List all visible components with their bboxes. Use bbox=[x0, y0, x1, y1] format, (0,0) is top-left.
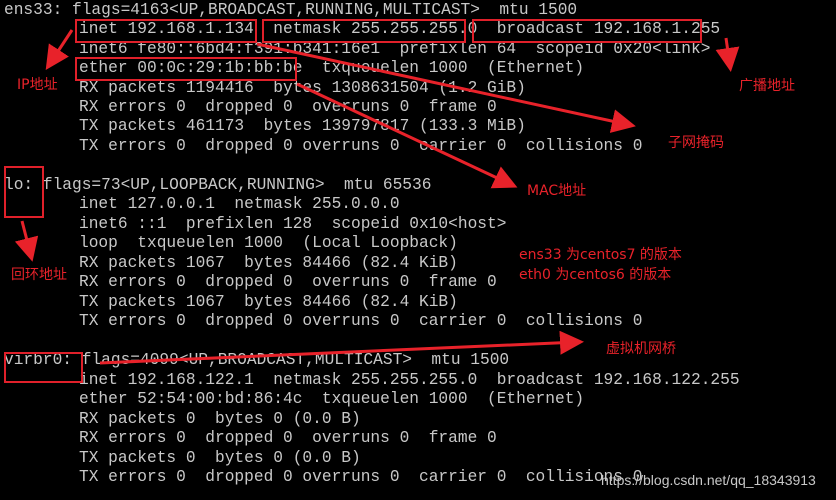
ip-address-label: IP地址 bbox=[17, 77, 58, 93]
loopback-address-label: 回环地址 bbox=[11, 267, 67, 283]
loopback-arrow-icon bbox=[14, 220, 39, 262]
netmask-arrow-icon bbox=[256, 42, 636, 133]
annotation-arrows bbox=[14, 29, 740, 365]
subnet-mask-label: 子网掩码 bbox=[668, 135, 724, 151]
mac-arrow-icon bbox=[296, 82, 518, 189]
version-note-centos7: ens33 为centos7 的版本 bbox=[519, 247, 682, 263]
bridge-arrow-icon bbox=[99, 330, 584, 365]
broadcast-address-label: 广播地址 bbox=[739, 78, 795, 94]
vm-bridge-label: 虚拟机网桥 bbox=[606, 341, 676, 357]
ip-arrow-icon bbox=[45, 29, 74, 71]
broadcast-arrow-icon bbox=[715, 37, 740, 72]
version-note-centos6: eth0 为centos6 的版本 bbox=[519, 267, 672, 283]
watermark-url: https://blog.csdn.net/qq_18343913 bbox=[601, 472, 816, 488]
mac-address-label: MAC地址 bbox=[527, 183, 587, 199]
